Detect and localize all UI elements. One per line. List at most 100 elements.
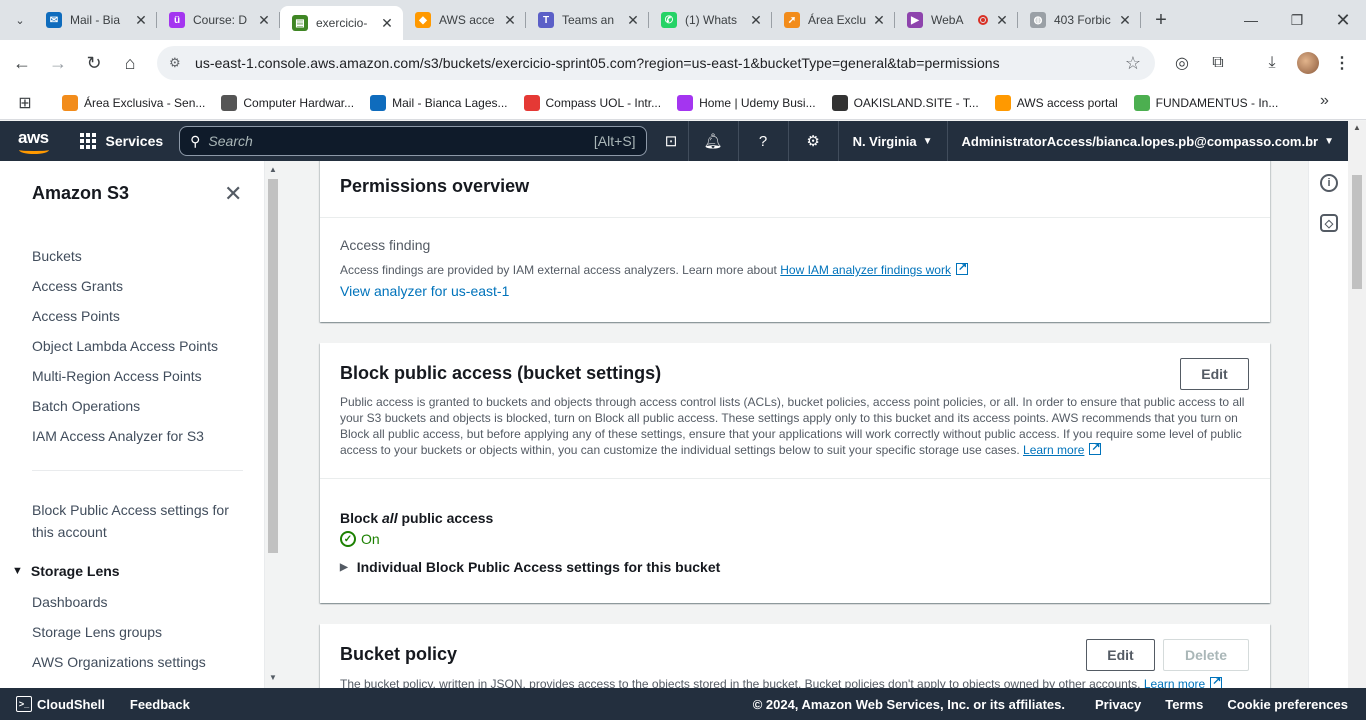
sidebar-item-access-grants[interactable]: Access Grants (32, 278, 123, 294)
forward-icon[interactable]: → (40, 45, 76, 81)
scroll-up-icon[interactable]: ▲ (269, 165, 277, 174)
services-menu[interactable]: Services (79, 133, 163, 149)
site-info-icon[interactable]: ⚙ (169, 55, 189, 71)
page-scrollbar[interactable]: ▲ (1348, 121, 1366, 688)
edit-bucket-policy-button[interactable]: Edit (1086, 639, 1155, 671)
browser-tab[interactable]: ✆ (1) Whats ✕ (649, 0, 772, 40)
bookmark-item[interactable]: AWS access portal (987, 89, 1126, 117)
sidebar-item-object-lambda[interactable]: Object Lambda Access Points (32, 338, 218, 354)
bookmark-item[interactable]: Computer Hardwar... (213, 89, 362, 117)
more-bookmarks-icon[interactable]: » (1320, 92, 1329, 110)
bookmark-item[interactable]: FUNDAMENTUS - In... (1126, 89, 1287, 117)
sidebar-item-organizations-settings[interactable]: AWS Organizations settings (32, 654, 206, 670)
bookmark-label: Computer Hardwar... (243, 95, 355, 110)
bookmark-item[interactable]: Compass UOL - Intr... (516, 89, 670, 117)
sidenav-scrollbar[interactable]: ▲ ▼ (264, 161, 280, 688)
cloudshell-icon[interactable]: >_ (16, 696, 32, 712)
settings-gear-icon[interactable]: ⚙ (789, 121, 839, 161)
sidebar-item-storage-lens-groups[interactable]: Storage Lens groups (32, 624, 162, 640)
close-window-icon[interactable]: ✕ (1320, 0, 1366, 40)
bookmark-item[interactable]: Mail - Bianca Lages... (362, 89, 515, 117)
browser-tab[interactable]: ◍ 403 Forbic ✕ (1018, 0, 1141, 40)
browser-tab[interactable]: T Teams an ✕ (526, 0, 649, 40)
browser-menu-icon[interactable]: ⋮ (1327, 48, 1357, 78)
address-bar[interactable]: ⚙ us-east-1.console.aws.amazon.com/s3/bu… (157, 46, 1155, 80)
close-tab-icon[interactable]: ✕ (502, 12, 518, 29)
region-selector[interactable]: N. Virginia ▼ (839, 121, 948, 161)
close-tab-icon[interactable]: ✕ (748, 12, 764, 29)
address-url[interactable]: us-east-1.console.aws.amazon.com/s3/buck… (195, 55, 1000, 71)
close-tab-icon[interactable]: ✕ (1117, 12, 1133, 29)
back-icon[interactable]: ← (4, 45, 40, 81)
restore-icon[interactable]: ❐ (1274, 0, 1320, 40)
cloudshell-icon[interactable]: ⊡ (655, 121, 689, 161)
sidebar-item-block-public-access[interactable]: Block Public Access settings for this ac… (32, 499, 229, 543)
individual-settings-expander[interactable]: ▶ Individual Block Public Access setting… (340, 559, 720, 575)
info-icon[interactable]: i (1320, 174, 1338, 192)
bookmark-item[interactable]: OAKISLAND.SITE - T... (824, 89, 987, 117)
close-tab-icon[interactable]: ✕ (133, 12, 149, 29)
close-tab-icon[interactable]: ✕ (379, 15, 395, 32)
aws-search-input[interactable]: ⚲ Search [Alt+S] (179, 126, 647, 156)
recording-icon (978, 15, 988, 25)
browser-tab[interactable]: ◆ AWS acce ✕ (403, 0, 526, 40)
amazon-q-icon[interactable]: ◇ (1320, 214, 1338, 232)
extensions-puzzle-icon[interactable]: ⧉ (1203, 48, 1233, 78)
cloudshell-link[interactable]: CloudShell (37, 697, 105, 712)
bucket-policy-description: The bucket policy, written in JSON, prov… (340, 673, 1252, 688)
browser-tab[interactable]: ▶ WebA ✕ (895, 0, 1018, 40)
new-tab-icon[interactable]: + (1147, 6, 1175, 34)
view-analyzer-link[interactable]: View analyzer for us-east-1 (340, 283, 509, 299)
profile-avatar[interactable] (1293, 48, 1323, 78)
sidebar-item-batch-operations[interactable]: Batch Operations (32, 398, 140, 414)
delete-bucket-policy-button[interactable]: Delete (1163, 639, 1249, 671)
browser-tab[interactable]: ü Course: D ✕ (157, 0, 280, 40)
privacy-link[interactable]: Privacy (1095, 697, 1141, 712)
account-menu[interactable]: AdministratorAccess/bianca.lopes.pb@comp… (948, 121, 1348, 161)
aws-logo[interactable]: aws (18, 126, 62, 156)
tab-search-icon[interactable]: ⌄ (6, 6, 34, 34)
scroll-up-icon[interactable]: ▲ (1353, 123, 1361, 132)
sidenav-title[interactable]: Amazon S3 (32, 183, 129, 204)
close-tab-icon[interactable]: ✕ (871, 12, 887, 29)
edit-block-public-access-button[interactable]: Edit (1180, 358, 1249, 390)
page-scroll-thumb[interactable] (1352, 175, 1362, 289)
minimize-icon[interactable]: — (1228, 0, 1274, 40)
sidenav-scroll-thumb[interactable] (268, 179, 278, 553)
sidebar-item-buckets[interactable]: Buckets (32, 248, 82, 264)
notifications-bell-icon[interactable]: 🔔︎ (689, 121, 739, 161)
learn-more-link[interactable]: Learn more (1144, 677, 1205, 688)
external-link-icon[interactable] (955, 259, 968, 275)
browser-tab[interactable]: ▤ exercicio- ✕ (280, 6, 403, 40)
close-tab-icon[interactable]: ✕ (625, 12, 641, 29)
bookmark-star-icon[interactable]: ☆ (1125, 53, 1141, 74)
sidebar-item-multi-region[interactable]: Multi-Region Access Points (32, 368, 202, 384)
home-icon[interactable]: ⌂ (112, 45, 148, 81)
cookie-preferences-link[interactable]: Cookie preferences (1227, 697, 1348, 712)
sidebar-item-iam-access-analyzer[interactable]: IAM Access Analyzer for S3 (32, 428, 204, 444)
close-tab-icon[interactable]: ✕ (994, 12, 1010, 29)
sidebar-item-dashboards[interactable]: Dashboards (32, 594, 108, 610)
reload-icon[interactable]: ↻ (76, 45, 112, 81)
browser-tab[interactable]: ✉ Mail - Bia ✕ (34, 0, 157, 40)
extension-icon[interactable]: ◎ (1167, 48, 1197, 78)
browser-tab[interactable]: ➚ Área Exclu ✕ (772, 0, 895, 40)
browser-toolbar: ← → ↻ ⌂ ⚙ us-east-1.console.aws.amazon.c… (0, 40, 1366, 86)
external-link-icon[interactable] (1089, 439, 1102, 455)
scroll-down-icon[interactable]: ▼ (269, 673, 277, 682)
download-icon[interactable]: ⤓ (1257, 48, 1287, 78)
storage-lens-section[interactable]: ▼ Storage Lens (12, 563, 120, 579)
learn-more-link[interactable]: Learn more (1023, 443, 1084, 457)
feedback-link[interactable]: Feedback (130, 697, 190, 712)
close-tab-icon[interactable]: ✕ (256, 12, 272, 29)
close-sidenav-icon[interactable]: ✕ (224, 181, 242, 207)
apps-grid-icon[interactable]: ⊞ (6, 85, 44, 121)
external-link-icon[interactable] (1210, 673, 1223, 688)
bookmark-item[interactable]: Área Exclusiva - Sen... (54, 89, 213, 117)
help-icon[interactable]: ? (739, 121, 789, 161)
iam-findings-link[interactable]: How IAM analyzer findings work (780, 263, 951, 277)
bookmark-favicon-icon (1133, 94, 1150, 111)
sidebar-item-access-points[interactable]: Access Points (32, 308, 120, 324)
terms-link[interactable]: Terms (1165, 697, 1203, 712)
bookmark-item[interactable]: Home | Udemy Busi... (669, 89, 823, 117)
